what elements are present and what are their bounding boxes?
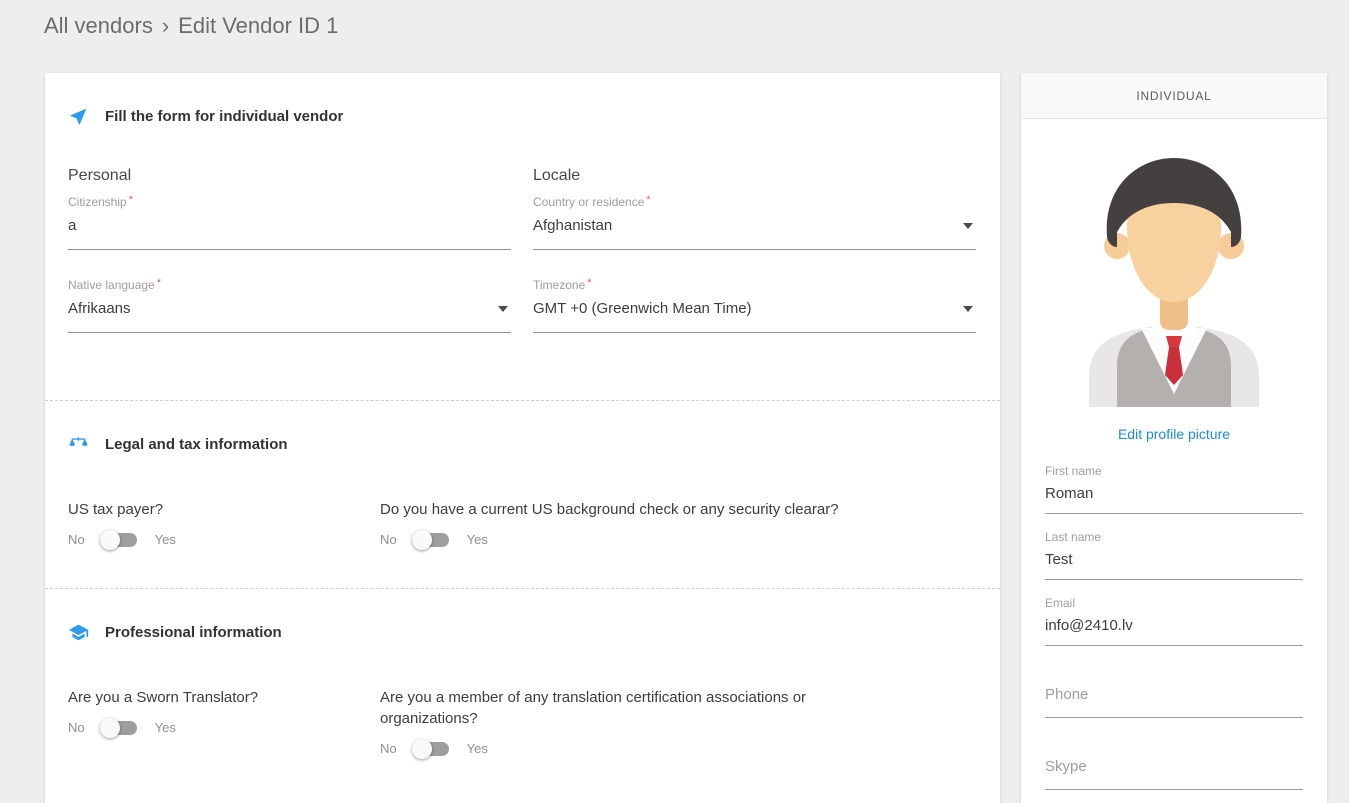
professional-section-title: Professional information [105, 624, 282, 641]
avatar-wrap [1021, 142, 1327, 412]
citizenship-value: a [68, 217, 77, 234]
native-language-label: Native language * [68, 277, 511, 292]
dropdown-caret-icon [963, 223, 973, 229]
association-member-toggle[interactable] [411, 738, 449, 759]
toggle-knob [411, 738, 432, 759]
question-text: Are you a member of any translation cert… [380, 689, 807, 727]
toggle-knob [411, 529, 432, 550]
citizenship-label-text: Citizenship [68, 195, 127, 209]
scales-icon [68, 434, 89, 455]
toggle-yes-label: Yes [154, 720, 176, 735]
breadcrumb-current: Edit Vendor ID 1 [178, 13, 339, 38]
toggle-yes-label: Yes [466, 741, 488, 756]
first-name-field[interactable]: First name Roman [1045, 464, 1303, 514]
toggle-knob [99, 529, 120, 550]
sworn-translator-toggle[interactable] [99, 717, 137, 738]
country-value: Afghanistan [533, 217, 613, 234]
timezone-select[interactable]: GMT +0 (Greenwich Mean Time) [533, 300, 976, 333]
sworn-translator-toggle-row: No Yes [68, 717, 380, 738]
locale-group-heading: Locale [533, 167, 581, 184]
email-value: info@2410.lv [1045, 617, 1133, 634]
first-name-label: First name [1045, 464, 1102, 478]
breadcrumb-link-all-vendors[interactable]: All vendors [44, 13, 153, 39]
required-asterisk: * [587, 277, 592, 289]
question-text: Do you have a current US background chec… [380, 501, 839, 518]
timezone-field[interactable]: Timezone * GMT +0 (Greenwich Mean Time) [533, 277, 976, 333]
question-text: US tax payer? [68, 501, 164, 518]
email-label: Email [1045, 596, 1076, 610]
toggle-yes-label: Yes [466, 532, 488, 547]
background-check-question: Do you have a current US background chec… [380, 499, 977, 550]
country-field[interactable]: Country or residence * Afghanistan [533, 194, 976, 250]
phone-field[interactable]: Phone [1045, 662, 1303, 718]
last-name-value: Test [1045, 551, 1073, 568]
country-label: Country or residence * [533, 194, 976, 209]
citizenship-input[interactable]: a [68, 217, 511, 250]
professional-section-header: Professional information [45, 622, 1000, 643]
sidebar-fields: First name Roman Last name Test Email in… [1021, 464, 1327, 790]
citizenship-label: Citizenship * [68, 194, 511, 209]
avatar-image [1089, 158, 1259, 407]
sworn-translator-question: Are you a Sworn Translator? No Yes [68, 687, 380, 756]
native-language-value: Afrikaans [68, 300, 131, 317]
vendor-type-header: INDIVIDUAL [1021, 73, 1327, 119]
country-select[interactable]: Afghanistan [533, 217, 976, 250]
skype-field[interactable]: Skype [1045, 734, 1303, 790]
toggle-no-label: No [380, 532, 397, 547]
graduation-cap-icon [68, 622, 89, 643]
vendor-summary-card: INDIVIDUAL Edit profile picture First na… [1021, 73, 1327, 803]
native-language-label-text: Native language [68, 278, 155, 292]
locale-group: Locale Country or residence * Afghanistan [533, 167, 976, 250]
native-language-field[interactable]: Native language * Afrikaans [68, 277, 511, 333]
timezone-value: GMT +0 (Greenwich Mean Time) [533, 300, 752, 317]
association-member-toggle-row: No Yes [380, 738, 977, 759]
toggle-no-label: No [68, 532, 85, 547]
paper-plane-icon [68, 106, 89, 127]
section-divider [45, 588, 1000, 589]
form-title: Fill the form for individual vendor [105, 108, 344, 125]
toggle-knob [99, 717, 120, 738]
toggle-no-label: No [68, 720, 85, 735]
last-name-label: Last name [1045, 530, 1102, 544]
legal-section-title: Legal and tax information [105, 436, 288, 453]
native-language-select[interactable]: Afrikaans [68, 300, 511, 333]
us-tax-payer-toggle[interactable] [99, 529, 137, 550]
required-asterisk: * [128, 194, 133, 206]
personal-group-heading: Personal [68, 167, 132, 184]
us-tax-payer-toggle-row: No Yes [68, 529, 380, 550]
skype-placeholder: Skype [1045, 758, 1087, 775]
email-field[interactable]: Email info@2410.lv [1045, 596, 1303, 646]
section-divider [45, 400, 1000, 401]
dropdown-caret-icon [498, 306, 508, 312]
legal-section-header: Legal and tax information [45, 434, 1000, 455]
breadcrumb: All vendors › Edit Vendor ID 1 [44, 13, 338, 39]
country-label-text: Country or residence [533, 195, 645, 209]
background-check-toggle[interactable] [411, 529, 449, 550]
timezone-label-text: Timezone [533, 278, 586, 292]
timezone-label: Timezone * [533, 277, 976, 292]
us-tax-payer-question: US tax payer? No Yes [68, 499, 380, 550]
association-member-question: Are you a member of any translation cert… [380, 687, 977, 759]
personal-group: Personal Citizenship * a [68, 167, 511, 250]
required-asterisk: * [646, 194, 651, 206]
phone-placeholder: Phone [1045, 686, 1089, 703]
first-name-value: Roman [1045, 485, 1094, 502]
toggle-no-label: No [380, 741, 397, 756]
form-header: Fill the form for individual vendor [45, 106, 1000, 127]
last-name-field[interactable]: Last name Test [1045, 530, 1303, 580]
background-check-toggle-row: No Yes [380, 529, 977, 550]
question-text: Are you a Sworn Translator? [68, 689, 259, 706]
citizenship-field[interactable]: Citizenship * a [68, 194, 511, 250]
breadcrumb-separator: › [161, 13, 170, 38]
required-asterisk: * [156, 277, 162, 289]
vendor-form-card: Fill the form for individual vendor Pers… [45, 73, 1000, 803]
toggle-yes-label: Yes [154, 532, 176, 547]
edit-profile-picture-link[interactable]: Edit profile picture [1021, 426, 1327, 442]
dropdown-caret-icon [963, 306, 973, 312]
